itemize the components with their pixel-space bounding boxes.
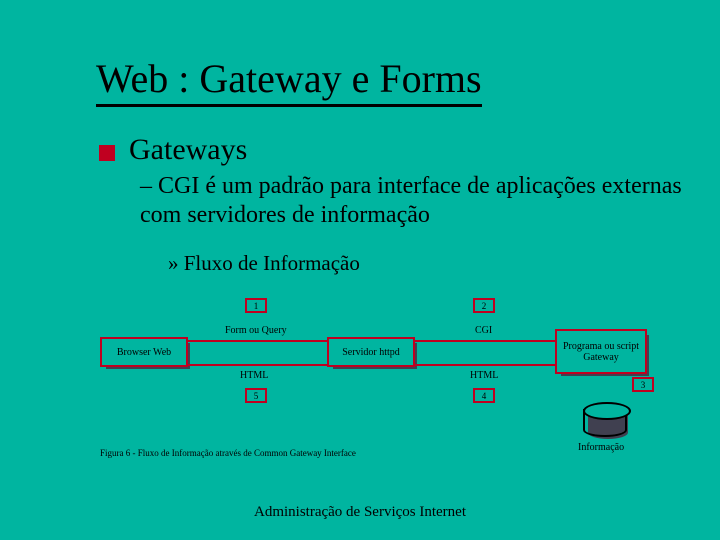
box-browser: Browser Web bbox=[100, 337, 188, 367]
step-badge-3: 3 bbox=[632, 377, 654, 392]
connector-line bbox=[415, 364, 555, 366]
sub-point-cgi: – CGI é um padrão para interface de apli… bbox=[140, 172, 695, 231]
box-gateway: Programa ou script Gateway bbox=[555, 329, 647, 374]
db-label: Informação bbox=[578, 442, 624, 453]
edge-label-form: Form ou Query bbox=[225, 325, 287, 336]
step-badge-2: 2 bbox=[473, 298, 495, 313]
flow-diagram: Browser Web Servidor httpd Programa ou s… bbox=[100, 287, 650, 447]
connector-line bbox=[188, 340, 327, 342]
square-bullet-icon bbox=[99, 145, 115, 161]
step-badge-5: 5 bbox=[245, 388, 267, 403]
step-badge-4: 4 bbox=[473, 388, 495, 403]
box-server: Servidor httpd bbox=[327, 337, 415, 367]
figure-caption: Figura 6 - Fluxo de Informação através d… bbox=[100, 448, 356, 458]
edge-label-html-right: HTML bbox=[470, 370, 498, 381]
edge-label-html-left: HTML bbox=[240, 370, 268, 381]
slide-footer: Administração de Serviços Internet bbox=[0, 504, 720, 521]
sub-point-flow: » Fluxo de Informação bbox=[168, 251, 360, 276]
bullet-text: Gateways bbox=[129, 133, 247, 167]
connector-line bbox=[188, 364, 327, 366]
edge-label-cgi: CGI bbox=[475, 325, 492, 336]
slide-title: Web : Gateway e Forms bbox=[96, 55, 482, 107]
connector-line bbox=[415, 340, 555, 342]
bullet-row: Gateways bbox=[99, 133, 247, 167]
step-badge-1: 1 bbox=[245, 298, 267, 313]
database-icon bbox=[583, 409, 627, 437]
